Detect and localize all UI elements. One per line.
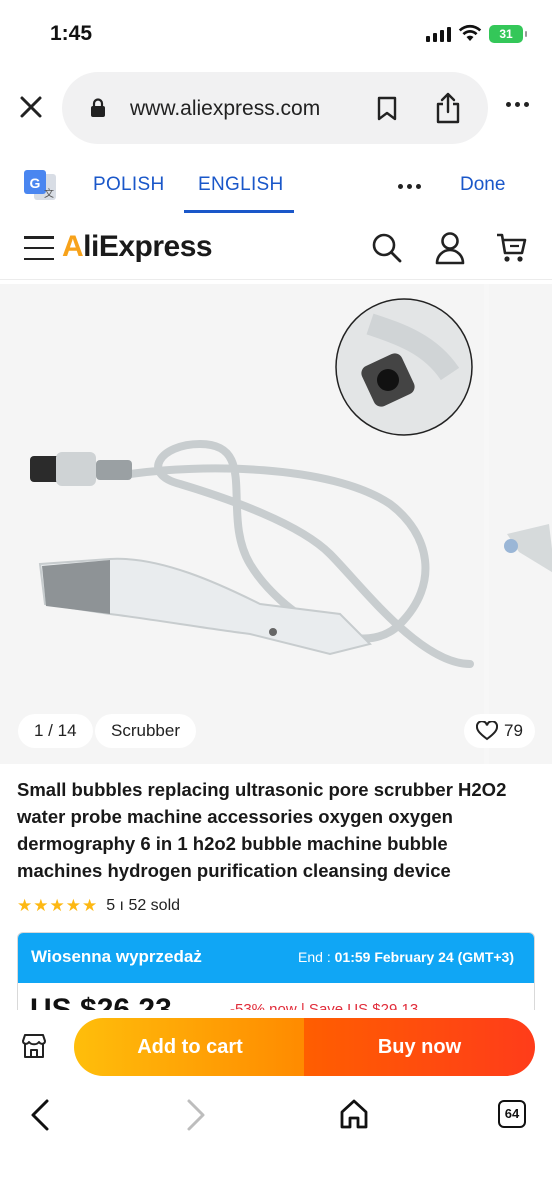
wifi-icon [458, 24, 482, 41]
next-product-image[interactable] [489, 284, 552, 764]
status-bar: 1:45 31 [0, 0, 552, 70]
more-icon[interactable] [506, 102, 529, 107]
close-icon[interactable] [16, 92, 46, 122]
heart-icon [476, 721, 498, 741]
rating-row[interactable]: ★★★★★ 5 ı 52 sold [17, 896, 180, 916]
user-icon[interactable] [434, 231, 466, 265]
buy-now-button[interactable]: Buy now [304, 1018, 535, 1076]
category-chip[interactable]: Scrubber [95, 714, 196, 748]
svg-text:G: G [30, 175, 41, 191]
promo-banner: Wiosenna wyprzedaż End : 01:59 February … [18, 933, 534, 983]
browser-toolbar: 64 [0, 1084, 552, 1194]
promo-end-time: 01:59 February 24 (GMT+3) [334, 949, 514, 965]
url-text[interactable]: www.aliexpress.com [130, 97, 320, 121]
google-translate-icon: G 文 [24, 170, 56, 200]
image-counter: 1 / 14 [18, 714, 93, 748]
share-icon[interactable] [434, 92, 462, 124]
active-tab-indicator [184, 210, 294, 213]
promo-end-label: End : [298, 949, 331, 965]
store-icon[interactable] [20, 1032, 48, 1060]
target-language-tab[interactable]: ENGLISH [198, 174, 284, 196]
product-title: Small bubbles replacing ultrasonic pore … [17, 779, 507, 881]
signal-icon [426, 27, 451, 42]
tabs-icon[interactable]: 64 [498, 1100, 526, 1128]
product-image[interactable] [0, 284, 484, 764]
sold-count: 5 ı 52 sold [106, 897, 181, 914]
purchase-bar: Add to cart Buy now [0, 1010, 552, 1084]
source-language-tab[interactable]: POLISH [93, 174, 165, 196]
home-icon[interactable] [339, 1098, 369, 1130]
browser-url-row: www.aliexpress.com [0, 70, 552, 146]
site-header: AliExpress [0, 218, 552, 280]
wishlist-button[interactable]: 79 [464, 714, 535, 748]
svg-text:文: 文 [44, 187, 54, 200]
translate-bar: G 文 POLISH ENGLISH Done [0, 160, 552, 214]
back-icon[interactable] [28, 1098, 52, 1132]
forward-icon[interactable] [184, 1098, 208, 1132]
done-button[interactable]: Done [460, 174, 505, 196]
battery-icon: 31 [489, 25, 527, 43]
lock-icon [91, 98, 105, 117]
site-logo[interactable]: AliExpress [62, 230, 213, 264]
translate-more-icon[interactable] [398, 184, 421, 189]
address-bar[interactable]: www.aliexpress.com [62, 72, 488, 144]
search-icon[interactable] [371, 232, 403, 264]
add-to-cart-button[interactable]: Add to cart [74, 1018, 306, 1076]
bookmark-icon[interactable] [376, 96, 398, 122]
status-time: 1:45 [50, 22, 93, 45]
menu-icon[interactable] [24, 236, 54, 260]
cart-icon[interactable] [495, 231, 527, 265]
promo-name: Wiosenna wyprzedaż [31, 947, 202, 966]
wishlist-count: 79 [504, 721, 523, 740]
product-gallery[interactable]: 1 / 14 Scrubber 79 [0, 284, 552, 764]
promo-card: Wiosenna wyprzedaż End : 01:59 February … [17, 932, 535, 1022]
promo-end: End : 01:59 February 24 (GMT+3) [298, 949, 514, 965]
rating-stars: ★★★★★ [17, 896, 99, 915]
